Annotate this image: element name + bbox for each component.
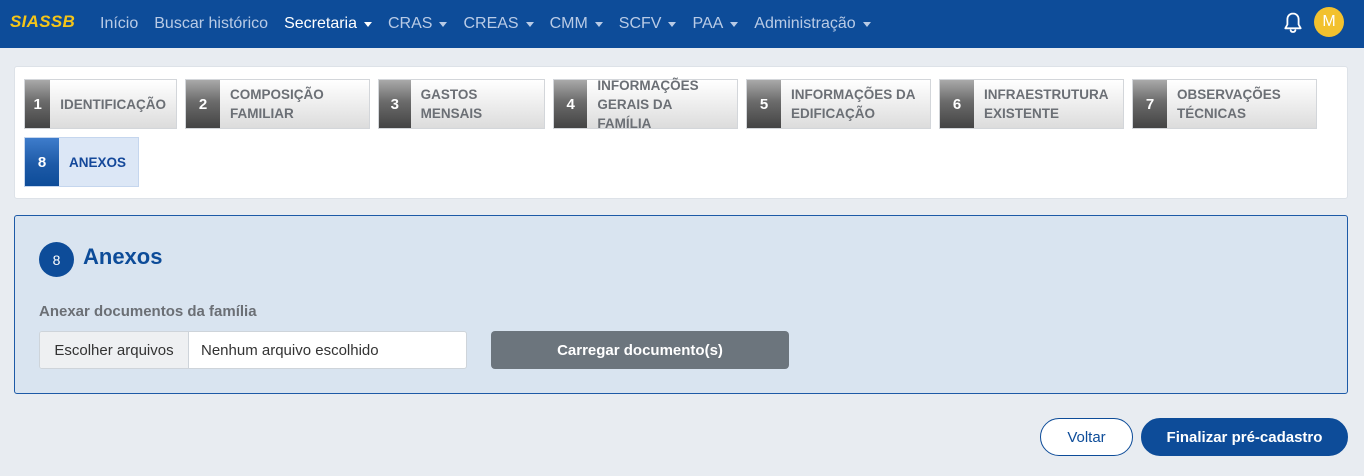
step-observacoes-tecnicas[interactable]: 7 OBSERVAÇÕES TÉCNICAS <box>1132 79 1317 129</box>
nav-item-label: Buscar histórico <box>154 15 269 32</box>
step-label: GASTOS MENSAIS <box>420 87 483 121</box>
nav-item-label: CMM <box>549 15 588 32</box>
step-label: INFRAESTRUTURA EXISTENTE <box>984 87 1109 121</box>
step-label: IDENTIFICAÇÃO <box>60 96 166 112</box>
top-navbar: SIASSB Início Buscar histórico Secretari… <box>0 0 1364 48</box>
avatar-initial: M <box>1322 13 1336 30</box>
step-informacoes-edificacao[interactable]: 5 INFORMAÇÕES DA EDIFICAÇÃO <box>746 79 931 129</box>
step-label: OBSERVAÇÕES TÉCNICAS <box>1177 87 1281 121</box>
nav-item-cras[interactable]: CRAS <box>380 0 455 48</box>
attach-documents-label: Anexar documentos da família <box>39 303 257 320</box>
step-informacoes-gerais-familia[interactable]: 4 INFORMAÇÕES GERAIS DA FAMÍLIA <box>553 77 738 131</box>
nav-item-secretaria[interactable]: Secretaria <box>276 0 380 48</box>
step-infraestrutura-existente[interactable]: 6 INFRAESTRUTURA EXISTENTE <box>939 79 1124 129</box>
step-gastos-mensais[interactable]: 3 GASTOS MENSAIS <box>378 79 545 129</box>
caret-down-icon <box>439 21 448 27</box>
bell-icon[interactable] <box>1283 11 1303 35</box>
anexos-panel: 8 Anexos Anexar documentos da família Es… <box>14 215 1348 394</box>
choose-files-button[interactable]: Escolher arquivos <box>40 332 189 368</box>
caret-down-icon <box>594 21 603 27</box>
nav-item-label: Administração <box>754 15 856 32</box>
step-number: 2 <box>186 80 220 128</box>
user-avatar[interactable]: M <box>1314 7 1344 37</box>
back-button[interactable]: Voltar <box>1040 418 1133 456</box>
step-number: 8 <box>25 138 59 186</box>
step-identificacao[interactable]: 1 IDENTIFICAÇÃO <box>24 79 177 129</box>
nav-item-creas[interactable]: CREAS <box>455 0 541 48</box>
caret-down-icon <box>364 21 372 27</box>
step-label: INFORMAÇÕES DA EDIFICAÇÃO <box>791 87 916 121</box>
file-input[interactable]: Escolher arquivos Nenhum arquivo escolhi… <box>39 331 467 369</box>
upload-documents-button[interactable]: Carregar documento(s) <box>491 331 789 369</box>
nav-item-inicio[interactable]: Início <box>92 0 146 48</box>
finish-pre-registration-button[interactable]: Finalizar pré-cadastro <box>1141 418 1348 456</box>
caret-down-icon <box>730 21 739 27</box>
step-number: 5 <box>747 80 781 128</box>
step-anexos[interactable]: 8 ANEXOS <box>24 137 139 187</box>
nav-item-label: CRAS <box>388 15 433 32</box>
step-number: 4 <box>554 80 588 128</box>
step-number: 6 <box>940 80 974 128</box>
nav-item-label: PAA <box>692 15 724 32</box>
brand-logo[interactable]: SIASSB <box>10 12 75 32</box>
step-label: COMPOSIÇÃO FAMILIAR <box>230 87 324 121</box>
caret-down-icon <box>525 21 534 27</box>
step-label: INFORMAÇÕES GERAIS DA FAMÍLIA <box>597 77 699 131</box>
step-number: 3 <box>379 80 411 128</box>
step-label: ANEXOS <box>69 154 127 170</box>
nav-item-label: CREAS <box>463 15 519 32</box>
nav-item-scfv[interactable]: SCFV <box>611 0 685 48</box>
nav-item-cmm[interactable]: CMM <box>542 0 611 48</box>
nav-item-administracao[interactable]: Administração <box>746 0 878 48</box>
caret-down-icon <box>862 21 871 27</box>
step-composicao-familiar[interactable]: 2 COMPOSIÇÃO FAMILIAR <box>185 79 370 129</box>
nav-item-label: SCFV <box>618 15 662 32</box>
file-status-text: Nenhum arquivo escolhido <box>201 341 379 359</box>
nav-menu: Início Buscar histórico Secretaria CRAS … <box>92 0 879 48</box>
section-title: Anexos <box>83 244 163 269</box>
nav-item-label: Início <box>100 15 139 32</box>
step-number: 7 <box>1133 80 1167 128</box>
section-number-badge: 8 <box>39 242 74 277</box>
nav-item-buscar-historico[interactable]: Buscar histórico <box>146 0 276 48</box>
caret-down-icon <box>668 21 677 27</box>
step-number: 1 <box>25 80 51 128</box>
nav-item-label: Secretaria <box>284 15 357 32</box>
nav-item-paa[interactable]: PAA <box>684 0 746 48</box>
steps-card: 1 IDENTIFICAÇÃO 2 COMPOSIÇÃO FAMILIAR 3 G… <box>14 66 1348 199</box>
